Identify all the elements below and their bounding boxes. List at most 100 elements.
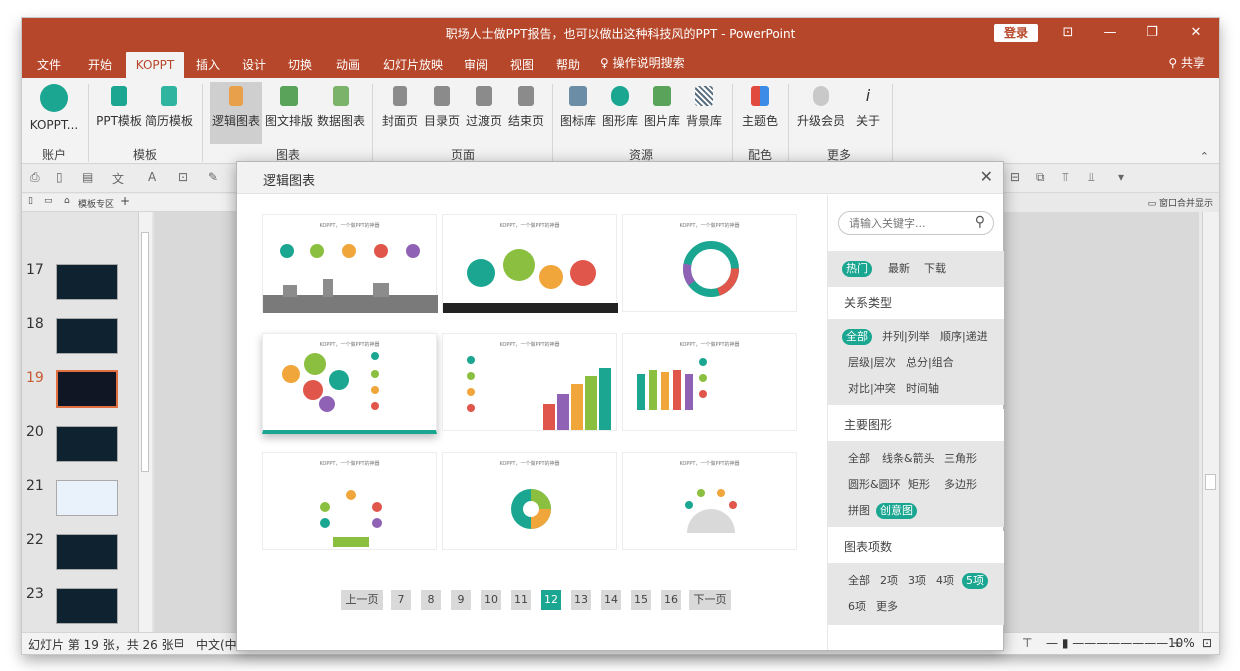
theme-color-button[interactable]: 主题色 <box>738 82 782 144</box>
share-button[interactable]: ⚲ 共享 <box>1168 48 1205 78</box>
restore-icon[interactable]: ❐ <box>1140 22 1164 44</box>
template-card[interactable]: KOPPT，一个做PPT的神器 <box>262 452 437 550</box>
tab-file[interactable]: 文件 <box>28 52 70 78</box>
close-icon[interactable]: ✕ <box>1184 22 1208 44</box>
top-align-icon[interactable]: ⫪ <box>1062 170 1076 186</box>
toc-page-button[interactable]: 目录页 <box>422 82 462 144</box>
notes-icon[interactable]: ⊟ <box>174 636 184 650</box>
template-zone-tab[interactable]: 模板专区 <box>78 197 114 210</box>
filter-chip[interactable]: 圆形&圆环 <box>844 477 905 493</box>
slide-thumbnail[interactable] <box>56 426 118 462</box>
font-color-icon[interactable]: A <box>148 170 162 186</box>
background-library-button[interactable]: 背景库 <box>684 82 724 144</box>
slide-thumbnail[interactable] <box>56 534 118 570</box>
filter-chip[interactable]: 更多 <box>872 599 902 615</box>
print-icon[interactable]: ⎙ <box>30 170 44 186</box>
cover-page-button[interactable]: 封面页 <box>380 82 420 144</box>
resume-template-button[interactable]: 简历模板 <box>144 82 194 144</box>
filter-chip[interactable]: 多边形 <box>940 477 981 493</box>
page-button[interactable]: 9 <box>451 590 471 610</box>
page-button[interactable]: 13 <box>571 590 591 610</box>
language-status[interactable]: 中文(中 <box>196 636 237 653</box>
tab-latest[interactable]: 最新 <box>884 261 914 277</box>
tab-slideshow[interactable]: 幻灯片放映 <box>376 52 450 78</box>
tell-me-search[interactable]: ♀ 操作说明搜索 <box>600 48 685 78</box>
page-button[interactable]: 8 <box>421 590 441 610</box>
template-card[interactable]: KOPPT，一个做PPT的神器 <box>262 214 438 313</box>
template-card[interactable]: KOPPT，一个做PPT的神器 <box>442 214 618 313</box>
about-button[interactable]: i 关于 <box>852 82 884 144</box>
next-page-button[interactable]: 下一页 <box>689 590 731 610</box>
tab-hot[interactable]: 热门 <box>842 261 872 277</box>
ppt-template-button[interactable]: PPT模板 <box>96 82 142 144</box>
filter-chip[interactable]: 顺序|递进 <box>936 329 992 345</box>
shape-library-button[interactable]: 图形库 <box>600 82 640 144</box>
slide-thumbnail[interactable] <box>56 480 118 516</box>
filter-chip[interactable]: 层级|层次 <box>844 355 900 371</box>
tab-transitions[interactable]: 切换 <box>280 52 320 78</box>
page-button[interactable]: 11 <box>511 590 531 610</box>
tab-design[interactable]: 设计 <box>234 52 274 78</box>
page-button[interactable]: 15 <box>631 590 651 610</box>
page-button-current[interactable]: 12 <box>541 590 561 610</box>
presenter-icon[interactable]: ⊤ <box>1022 636 1032 650</box>
tab-koppt[interactable]: KOPPT <box>126 52 184 78</box>
filter-chip[interactable]: 4项 <box>932 573 958 589</box>
picture-icon[interactable]: ⊡ <box>178 170 192 186</box>
filter-chip[interactable]: 全部 <box>844 451 874 467</box>
slide-pane-scrollbar[interactable] <box>138 212 152 632</box>
align-icon[interactable]: ⊟ <box>1010 170 1024 186</box>
slide-thumbnail[interactable] <box>56 588 118 624</box>
bottom-align-icon[interactable]: ⫫ <box>1088 170 1102 186</box>
prev-page-button[interactable]: 上一页 <box>341 590 383 610</box>
page-button[interactable]: 7 <box>391 590 411 610</box>
logic-chart-button[interactable]: 逻辑图表 <box>210 82 262 144</box>
home-icon[interactable]: ⌂ <box>64 196 70 206</box>
search-box[interactable]: ⚲ <box>838 211 994 235</box>
template-card[interactable]: KOPPT，一个做PPT的神器 <box>622 333 797 431</box>
zoom-level[interactable]: 10% <box>1168 636 1195 650</box>
page-button[interactable]: 16 <box>661 590 681 610</box>
image-text-layout-button[interactable]: 图文排版 <box>264 82 314 144</box>
tab-home[interactable]: 开始 <box>80 52 120 78</box>
toolbar-more-icon[interactable]: ▾ <box>1118 170 1132 186</box>
template-card-selected[interactable]: KOPPT，一个做PPT的神器 <box>262 333 437 434</box>
search-icon[interactable]: ⚲ <box>975 214 985 230</box>
folder-icon[interactable]: ▭ <box>44 196 53 206</box>
tab-view[interactable]: 视图 <box>502 52 542 78</box>
icon-library-button[interactable]: 图标库 <box>558 82 598 144</box>
tab-help[interactable]: 帮助 <box>548 52 588 78</box>
textbox-icon[interactable]: ▤ <box>82 170 96 186</box>
minimize-icon[interactable]: — <box>1098 22 1122 44</box>
filter-chip[interactable]: 对比|冲突 <box>844 381 900 397</box>
page-button[interactable]: 14 <box>601 590 621 610</box>
layout-icon[interactable]: ▯ <box>56 170 70 186</box>
filter-chip[interactable]: 时间轴 <box>902 381 943 397</box>
slide-thumbnail[interactable] <box>56 318 118 354</box>
filter-chip[interactable]: 全部 <box>844 573 874 589</box>
scrollbar-thumb[interactable] <box>1205 474 1216 490</box>
filter-chip[interactable]: 总分|组合 <box>902 355 958 371</box>
filter-chip[interactable]: 2项 <box>876 573 902 589</box>
template-card[interactable]: KOPPT，一个做PPT的神器 <box>622 214 797 312</box>
new-doc-icon[interactable]: ▯ <box>28 196 33 206</box>
template-card[interactable]: KOPPT，一个做PPT的神器 <box>442 452 617 550</box>
filter-chip[interactable]: 全部 <box>842 329 872 345</box>
template-card[interactable]: KOPPT，一个做PPT的神器 <box>622 452 797 550</box>
image-library-button[interactable]: 图片库 <box>642 82 682 144</box>
transition-page-button[interactable]: 过渡页 <box>464 82 504 144</box>
arrange-icon[interactable]: ⧉ <box>1036 170 1050 186</box>
filter-chip[interactable]: 创意图 <box>876 503 917 519</box>
filter-chip[interactable]: 6项 <box>844 599 870 615</box>
upgrade-member-button[interactable]: 升级会员 <box>794 82 848 144</box>
window-merge-button[interactable]: ▭ 窗口合并显示 <box>1148 196 1213 209</box>
filter-chip[interactable]: 并列|列举 <box>878 329 934 345</box>
scrollbar-thumb[interactable] <box>141 232 149 472</box>
eyedropper-icon[interactable]: ✎ <box>208 170 222 186</box>
filter-chip[interactable]: 线条&箭头 <box>878 451 939 467</box>
data-chart-button[interactable]: 数据图表 <box>316 82 366 144</box>
login-button[interactable]: 登录 <box>994 24 1038 42</box>
filter-chip[interactable]: 5项 <box>962 573 988 589</box>
tab-animations[interactable]: 动画 <box>328 52 368 78</box>
tab-insert[interactable]: 插入 <box>188 52 228 78</box>
